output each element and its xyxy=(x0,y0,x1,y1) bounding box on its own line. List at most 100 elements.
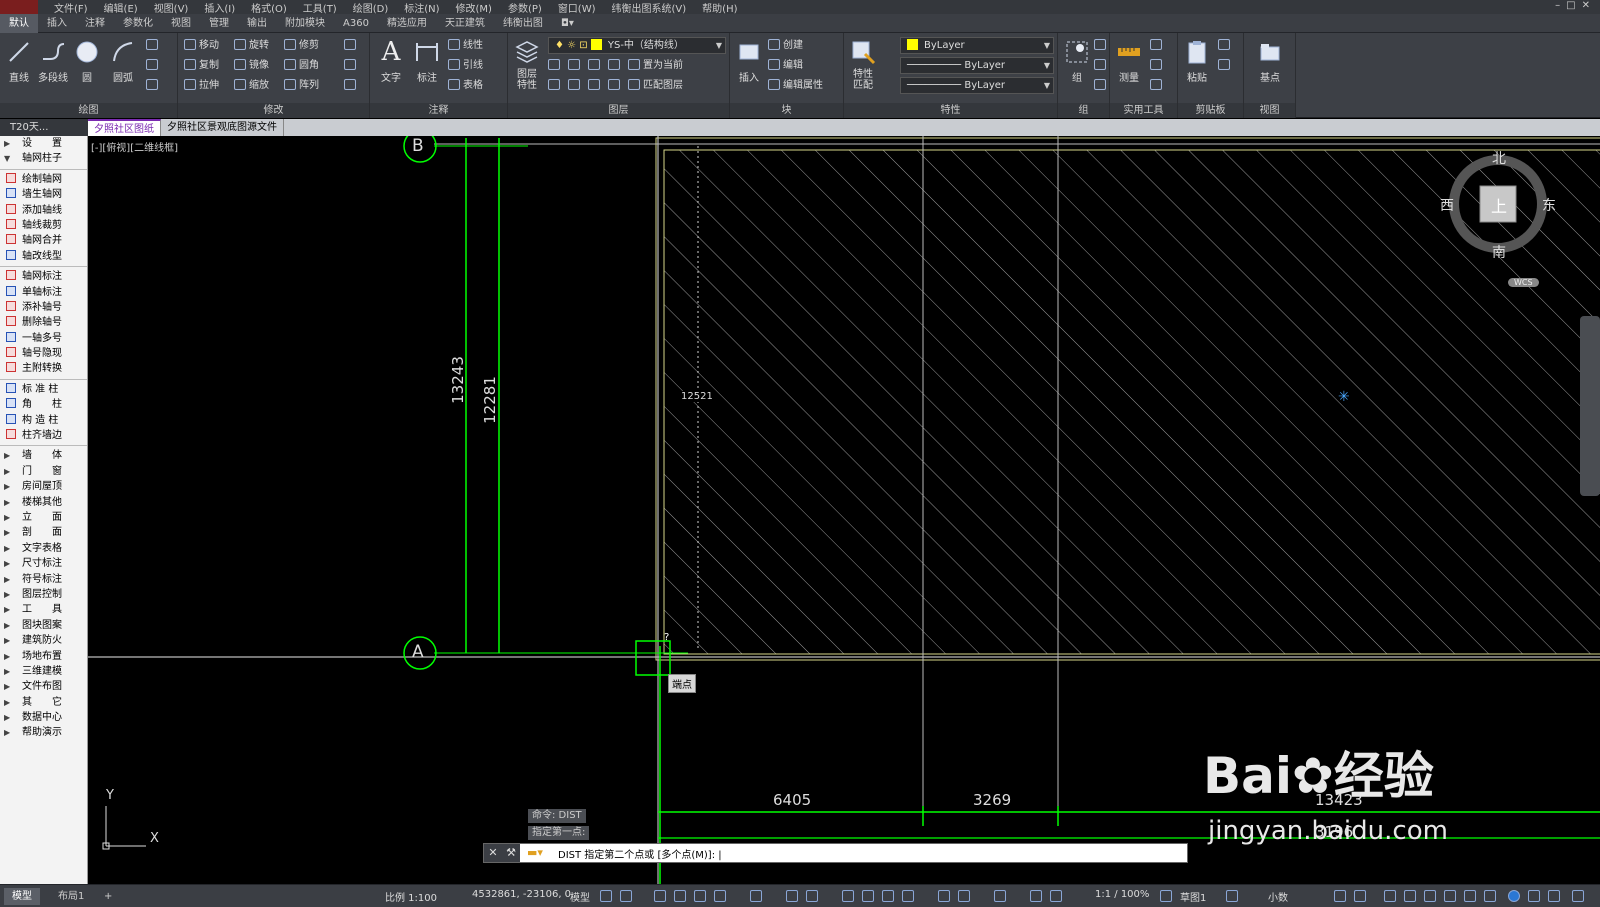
sidebar-item-axis-linetype[interactable]: 轴改线型 xyxy=(0,249,87,264)
layer-tool-3-icon[interactable] xyxy=(588,57,603,75)
sidebar-item-wall-axis[interactable]: 墙生轴网 xyxy=(0,187,87,202)
isolate-objects-icon[interactable] xyxy=(1384,890,1396,902)
color-dropdown[interactable]: ByLayer ▼ xyxy=(900,37,1054,54)
panel-title-draw[interactable]: 绘图 xyxy=(0,103,177,118)
sidebar-item-trim-axis[interactable]: 轴线裁剪 xyxy=(0,218,87,233)
sidebar-menu-wall[interactable]: ▶ 墙 体 xyxy=(0,448,87,463)
layer-tool-5-icon[interactable] xyxy=(548,77,563,95)
close-icon[interactable]: ✕ xyxy=(484,844,502,862)
tab-manage[interactable]: 管理 xyxy=(200,14,238,33)
layer-properties-button[interactable]: 图层 特性 xyxy=(510,39,544,91)
offset-icon[interactable] xyxy=(344,77,359,95)
calculator-icon[interactable] xyxy=(1150,77,1165,95)
explode-icon[interactable] xyxy=(344,57,359,75)
fillet-button[interactable]: 圆角 xyxy=(284,57,319,75)
tab-model[interactable]: 模型 xyxy=(4,888,40,905)
ungroup-icon[interactable] xyxy=(1094,37,1109,55)
t20-panel-title[interactable]: T20天... xyxy=(0,119,88,136)
polyline-button[interactable]: 多段线 xyxy=(36,39,70,84)
sidebar-menu-section[interactable]: ▶ 剖 面 xyxy=(0,525,87,540)
sidebar-menu-data-center[interactable]: ▶ 数据中心 xyxy=(0,710,87,725)
hardware-acceleration-icon[interactable] xyxy=(1404,890,1416,902)
cut-icon[interactable] xyxy=(1218,37,1233,55)
cursor-coordinates[interactable]: 4532861, -23106, 0 xyxy=(472,889,571,900)
mirror-button[interactable]: 镜像 xyxy=(234,57,269,75)
sidebar-item-delete-axis-number[interactable]: 删除轴号 xyxy=(0,315,87,330)
paste-button[interactable]: 粘贴 xyxy=(1180,39,1214,84)
menu-dimension[interactable]: 标注(N) xyxy=(404,0,439,15)
line-button[interactable]: 直线 xyxy=(2,39,36,84)
units-dropdown[interactable]: 小数 xyxy=(1268,889,1288,904)
text-button[interactable]: A 文字 xyxy=(374,39,408,84)
menu-parametric[interactable]: 参数(P) xyxy=(508,0,542,15)
hamburger-icon[interactable] xyxy=(1572,890,1584,902)
match-layer-button[interactable]: 匹配图层 xyxy=(628,77,683,95)
annotation-scale[interactable]: 比例 1:100 xyxy=(385,889,437,904)
tab-default[interactable]: 默认 xyxy=(0,13,38,33)
panel-title-view[interactable]: 视图 xyxy=(1244,103,1295,118)
sidebar-item-toggle-number[interactable]: 轴号隐现 xyxy=(0,346,87,361)
tab-more-icon[interactable]: ◘▾ xyxy=(552,14,583,33)
measure-button[interactable]: 测量 xyxy=(1112,39,1146,84)
annotation-scale-ratio[interactable]: 1:1 / 100% xyxy=(1095,889,1149,900)
menu-format[interactable]: 格式(O) xyxy=(251,0,287,15)
menu-edit[interactable]: 编辑(E) xyxy=(104,0,138,15)
command-input[interactable]: DIST 指定第二个点或 [多个点(M)]: | xyxy=(558,846,722,861)
lineweight-icon[interactable] xyxy=(842,890,854,902)
sidebar-item-corner-column[interactable]: 角 柱 xyxy=(0,397,87,412)
panel-title-utilities[interactable]: 实用工具 xyxy=(1110,103,1177,118)
lineweight-dropdown[interactable]: ───────── ByLayer ▼ xyxy=(900,77,1054,94)
insert-block-button[interactable]: 插入 xyxy=(732,39,766,84)
selection-cycling-icon[interactable] xyxy=(882,890,894,902)
layer-tool-8-icon[interactable] xyxy=(608,77,623,95)
snap-icon[interactable] xyxy=(620,890,632,902)
tab-weiheng[interactable]: 纬衡出图 xyxy=(494,14,552,33)
transparency-icon[interactable] xyxy=(862,890,874,902)
sidebar-menu-stairs[interactable]: ▶ 楼梯其他 xyxy=(0,495,87,510)
sidebar-menu-layout[interactable]: ▶ 文件布图 xyxy=(0,679,87,694)
infer-icon[interactable] xyxy=(654,890,666,902)
sidebar-menu-help[interactable]: ▶ 帮助演示 xyxy=(0,725,87,740)
sidebar-menu-room-roof[interactable]: ▶ 房间屋顶 xyxy=(0,479,87,494)
sidebar-menu-other[interactable]: ▶ 其 它 xyxy=(0,695,87,710)
tab-layout1[interactable]: 布局1 xyxy=(50,888,92,905)
panel-title-layers[interactable]: 图层 xyxy=(508,103,729,118)
compass-north[interactable]: 北 xyxy=(1492,148,1506,168)
tab-annotate[interactable]: 注释 xyxy=(76,14,114,33)
menu-modify[interactable]: 修改(M) xyxy=(456,0,492,15)
annotation-visibility-icon[interactable] xyxy=(1030,890,1042,902)
leader-button[interactable]: 引线 xyxy=(448,57,483,75)
sidebar-item-structural-column[interactable]: 构 造 柱 xyxy=(0,413,87,428)
layer-icon[interactable] xyxy=(1444,890,1456,902)
base-point-button[interactable]: 基点 xyxy=(1253,39,1287,84)
polar-icon[interactable] xyxy=(714,890,726,902)
menu-tools[interactable]: 工具(T) xyxy=(303,0,337,15)
layer-tool-7-icon[interactable] xyxy=(588,77,603,95)
create-block-button[interactable]: 创建 xyxy=(768,37,803,55)
region-icon[interactable] xyxy=(146,77,161,95)
isodraft-icon[interactable] xyxy=(750,890,762,902)
panel-title-modify[interactable]: 修改 xyxy=(178,103,369,118)
sidebar-item-single-axis-dim[interactable]: 单轴标注 xyxy=(0,285,87,300)
grid-icon[interactable] xyxy=(600,890,612,902)
menu-draw[interactable]: 绘图(D) xyxy=(353,0,389,15)
table-button[interactable]: 表格 xyxy=(448,77,483,95)
sidebar-item-convert-number[interactable]: 主附转换 xyxy=(0,361,87,376)
arc-button[interactable]: 圆弧 xyxy=(106,39,140,84)
sidebar-menu-blocks[interactable]: ▶ 图块图案 xyxy=(0,618,87,633)
ortho-icon[interactable] xyxy=(694,890,706,902)
sidebar-axis-column[interactable]: ▼ 轴网柱子 xyxy=(0,151,87,166)
menu-window[interactable]: 窗口(W) xyxy=(558,0,596,15)
sidebar-menu-layer-control[interactable]: ▶ 图层控制 xyxy=(0,587,87,602)
menu-icon[interactable] xyxy=(1464,890,1476,902)
copy-clip-icon[interactable] xyxy=(1218,57,1233,75)
scale-button[interactable]: 缩放 xyxy=(234,77,269,95)
tab-addins[interactable]: 附加模块 xyxy=(276,14,334,33)
tab-tangent[interactable]: 天正建筑 xyxy=(436,14,494,33)
tab-insert[interactable]: 插入 xyxy=(38,14,76,33)
doctab-source[interactable]: 夕照社区景观底图源文件 xyxy=(161,119,284,136)
trim-button[interactable]: 修剪 xyxy=(284,37,319,55)
crosshair-icon[interactable] xyxy=(1226,890,1238,902)
circle-button[interactable]: 圆 xyxy=(70,39,104,84)
customize-icon[interactable] xyxy=(1484,890,1496,902)
